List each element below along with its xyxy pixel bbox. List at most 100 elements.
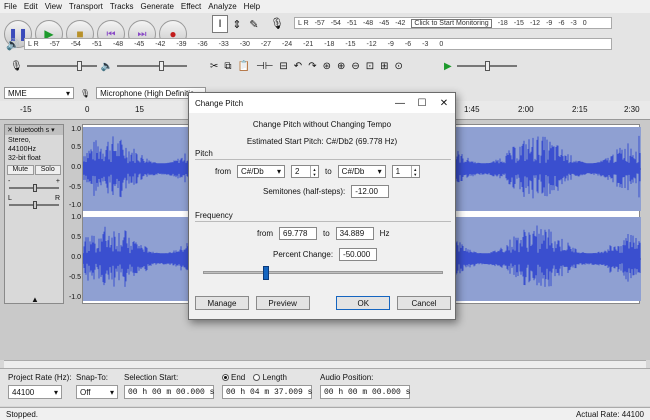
selection-tool-icon[interactable]: I	[212, 15, 228, 33]
percent-change-slider[interactable]	[203, 266, 443, 280]
pan-slider[interactable]	[9, 201, 59, 209]
from-note-select[interactable]: C#/Db ▾	[237, 165, 285, 178]
project-rate-select[interactable]: 44100 ▾	[8, 385, 62, 399]
monitoring-tooltip[interactable]: Click to Start Monitoring	[411, 18, 492, 28]
fit-selection-icon[interactable]: ⊡	[366, 61, 374, 72]
trim-icon[interactable]: ⊣⊢	[256, 61, 273, 72]
freq-to-input[interactable]: 34.889	[335, 227, 374, 240]
spinner-arrows-icon[interactable]: ▲ ▼	[410, 166, 419, 177]
chevron-down-icon[interactable]: ▾	[51, 126, 55, 134]
ok-button[interactable]: OK	[336, 296, 391, 310]
scale-tick: 1.0	[71, 214, 81, 221]
scale-tick: -0.5	[68, 274, 81, 281]
meter-tick: -3	[422, 40, 429, 48]
meter-tick: -48	[113, 40, 124, 48]
solo-button[interactable]: Solo	[34, 165, 61, 175]
menu-file[interactable]: File	[4, 2, 17, 11]
menu-transport[interactable]: Transport	[69, 2, 103, 11]
end-length-radios: End Length	[222, 373, 287, 382]
project-rate-value: 44100	[12, 387, 35, 397]
slider-thumb[interactable]	[262, 266, 269, 280]
microphone-icon[interactable]: 🎙	[270, 17, 284, 30]
horizontal-scrollbar[interactable]	[4, 360, 646, 368]
close-icon[interactable]: ✕	[7, 126, 13, 134]
close-icon[interactable]: ✕	[433, 93, 455, 113]
menu-edit[interactable]: Edit	[24, 2, 38, 11]
length-radio[interactable]	[253, 374, 261, 382]
zoom-toggle-icon[interactable]: ⊙	[395, 61, 403, 72]
slider-thumb[interactable]	[33, 201, 37, 209]
minimize-icon[interactable]: —	[389, 93, 411, 113]
track-name-bar[interactable]: ✕ bluetooth s ▾	[5, 125, 63, 135]
undo-icon[interactable]: ↶	[294, 61, 302, 72]
playback-volume-slider[interactable]	[117, 61, 188, 71]
audio-position-field[interactable]: 00 h 00 m 00.000 s	[320, 385, 410, 399]
menu-analyze[interactable]: Analyze	[208, 2, 236, 11]
slider-thumb[interactable]	[159, 61, 165, 71]
gain-slider[interactable]	[9, 184, 59, 192]
selection-end-field[interactable]: 00 h 04 m 37.009 s	[222, 385, 312, 399]
end-radio[interactable]	[222, 374, 229, 382]
meter-tick: -45	[134, 40, 145, 48]
menu-view[interactable]: View	[45, 2, 62, 11]
semitones-input[interactable]: -12.00	[351, 185, 390, 198]
menu-effect[interactable]: Effect	[181, 2, 201, 11]
recording-volume-slider[interactable]	[26, 61, 97, 71]
speaker-volume-icon: 🔈	[100, 60, 114, 72]
to-note-select[interactable]: C#/Db ▾	[337, 165, 386, 178]
spinner-arrows-icon[interactable]: ▲ ▼	[310, 166, 318, 177]
manage-button[interactable]: Manage	[195, 296, 249, 310]
track-name[interactable]: bluetooth s	[15, 127, 49, 134]
mute-button[interactable]: Mute	[7, 165, 34, 175]
sync-lock-icon[interactable]: ⊛	[323, 61, 331, 72]
zoom-in-icon[interactable]: ⊕	[337, 61, 345, 72]
dialog-title-bar[interactable]: Change Pitch — ☐ ✕	[189, 93, 455, 113]
menu-help[interactable]: Help	[244, 2, 260, 11]
menu-generate[interactable]: Generate	[141, 2, 174, 11]
slider-thumb[interactable]	[76, 61, 82, 71]
fit-project-icon[interactable]: ⊞	[380, 61, 388, 72]
slider-thumb[interactable]	[33, 184, 37, 192]
project-rate-label: Project Rate (Hz):	[8, 373, 72, 382]
snap-to-select[interactable]: Off ▾	[76, 385, 118, 399]
pan-right-label: R	[54, 195, 60, 202]
audio-host-select[interactable]: MME ▾	[4, 87, 74, 99]
pitch-group-label: Pitch	[195, 149, 213, 158]
redo-icon[interactable]: ↷	[308, 61, 316, 72]
play-at-speed-icon[interactable]: ▶	[444, 61, 452, 72]
draw-tool-icon[interactable]: ✎	[246, 15, 262, 33]
percent-change-input[interactable]: -50.000	[339, 248, 378, 261]
copy-icon[interactable]: ⧉	[224, 61, 231, 72]
selection-start-field[interactable]: 00 h 00 m 00.000 s	[124, 385, 214, 399]
semitones-row: Semitones (half-steps): -12.00	[263, 185, 390, 198]
meter-tick: -54	[70, 40, 81, 48]
semitones-value: -12.00	[355, 187, 378, 196]
collapse-track-icon[interactable]: ▲	[31, 295, 39, 304]
snap-to-label: Snap-To:	[76, 373, 109, 382]
playback-meter[interactable]: L R -57 -54 -51 -48 -45 -42 -39 -36 -33 …	[24, 38, 612, 50]
frequency-group-divider	[195, 221, 451, 222]
zoom-out-icon[interactable]: ⊖	[351, 61, 359, 72]
meter-tick: -33	[218, 40, 229, 48]
to-octave-spinner[interactable]: 1 ▲ ▼	[391, 165, 420, 178]
cut-icon[interactable]: ✂	[210, 61, 218, 72]
silence-icon[interactable]: ⊟	[279, 61, 287, 72]
meter-tick: 0	[439, 40, 444, 48]
freq-from-input[interactable]: 69.778	[279, 227, 317, 240]
slider-thumb[interactable]	[484, 61, 490, 71]
change-pitch-dialog: Change Pitch — ☐ ✕ Change Pitch without …	[188, 92, 456, 320]
speaker-icon[interactable]: 🔊	[6, 38, 20, 51]
maximize-icon[interactable]: ☐	[411, 93, 433, 113]
chevron-down-icon: ▾	[53, 387, 58, 397]
cancel-button[interactable]: Cancel	[396, 296, 451, 310]
play-speed-slider[interactable]	[456, 61, 517, 71]
paste-icon[interactable]: 📋	[238, 61, 250, 72]
preview-button[interactable]: Preview	[255, 296, 310, 310]
dialog-buttons: Manage Preview OK Cancel	[195, 296, 451, 310]
meter-tick: -54	[330, 19, 341, 27]
status-bar: Stopped. Actual Rate: 44100	[0, 407, 650, 420]
envelope-tool-icon[interactable]: ⇕	[229, 15, 245, 33]
record-meter[interactable]: L R -57 -54 -51 -48 -45 -42 Click to Sta…	[294, 17, 612, 29]
menu-tracks[interactable]: Tracks	[110, 2, 134, 11]
from-octave-spinner[interactable]: 2 ▲ ▼	[291, 165, 319, 178]
